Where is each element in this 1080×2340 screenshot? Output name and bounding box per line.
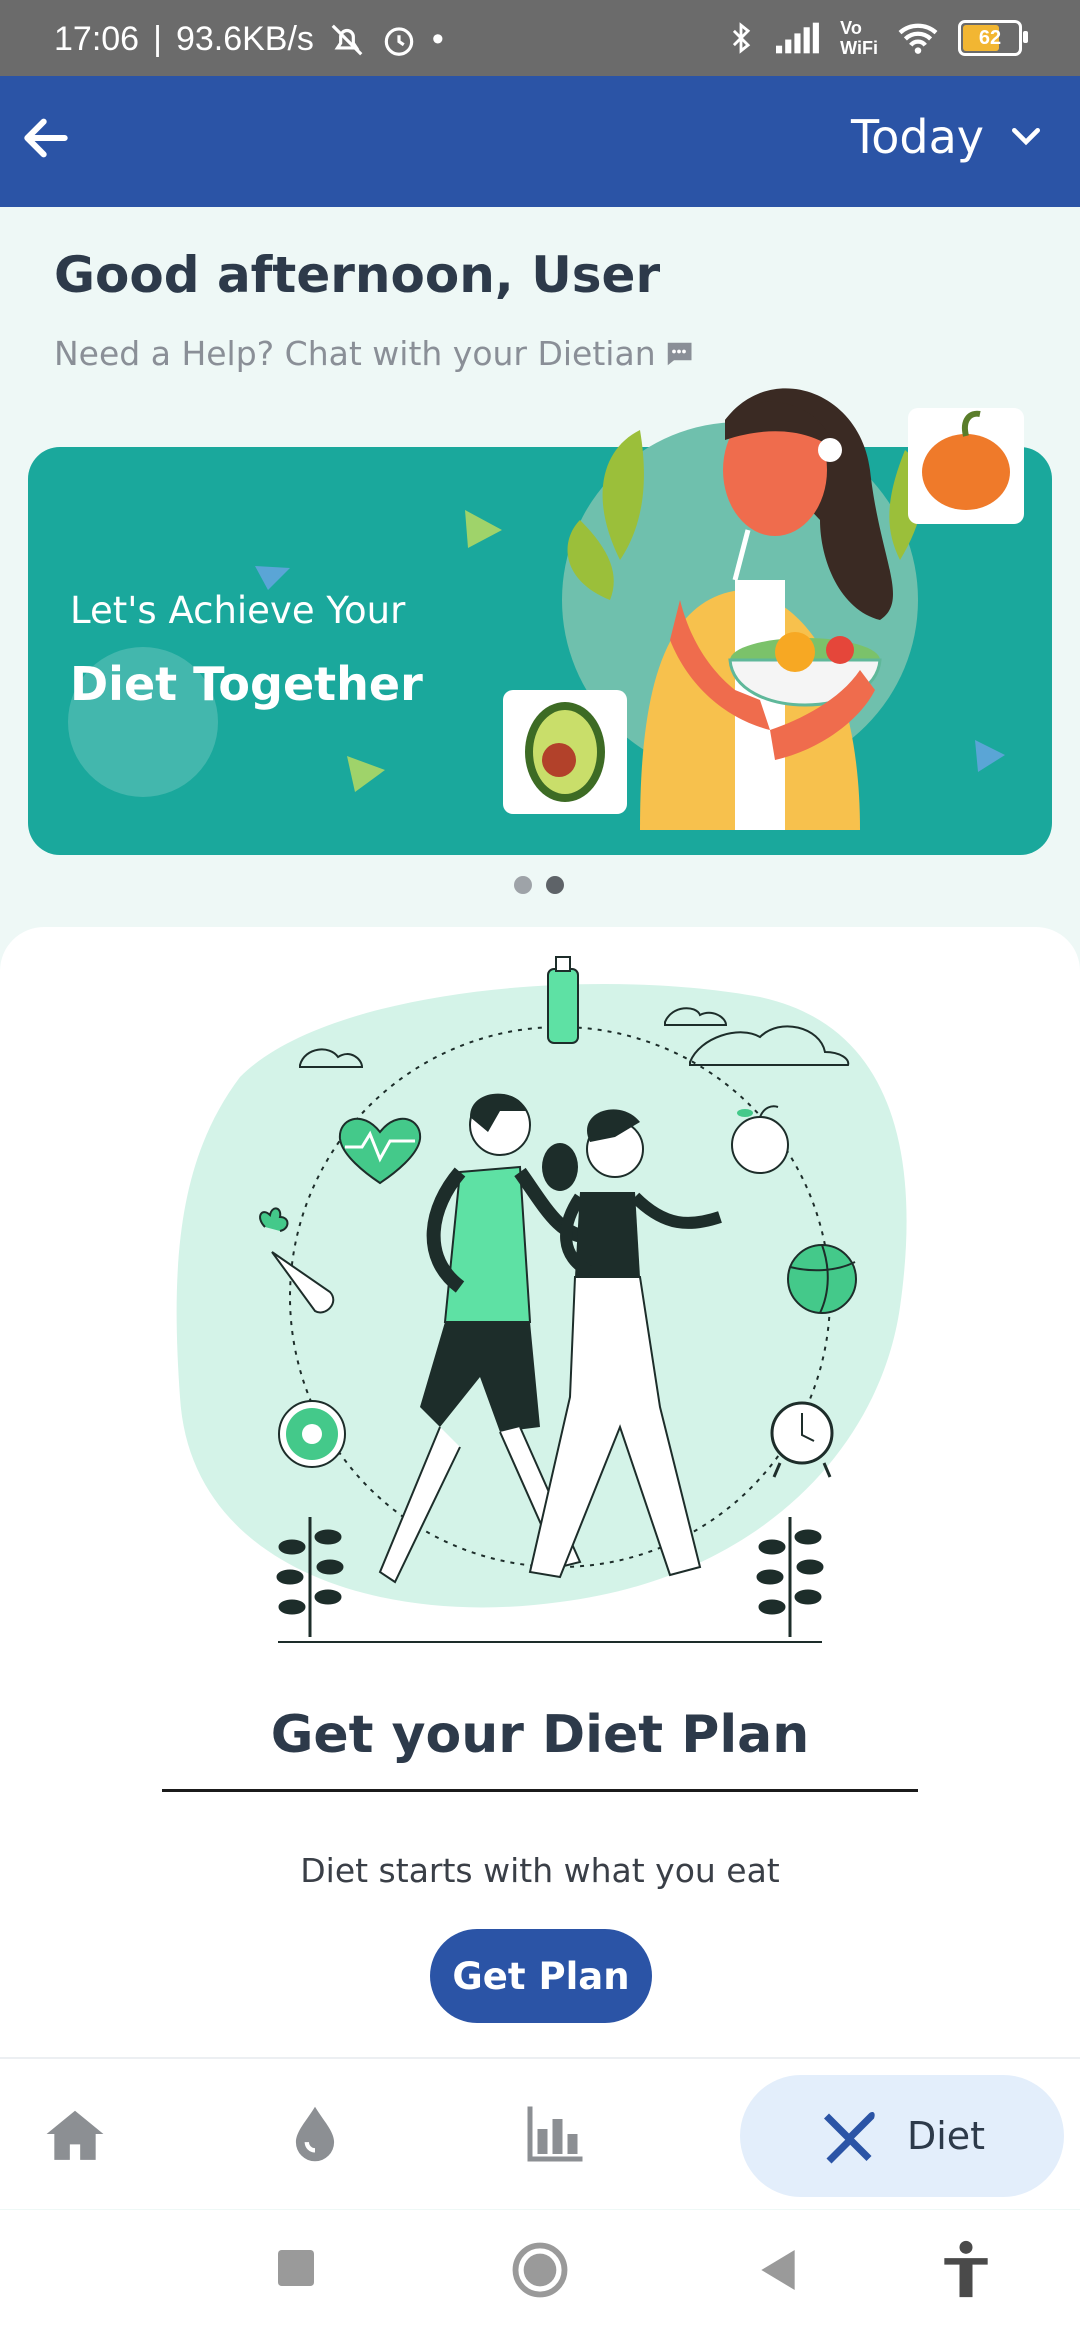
help-text: Need a Help? Chat with your Dietian: [54, 334, 656, 373]
circle-home-icon: [512, 2242, 568, 2298]
back-button[interactable]: [18, 110, 78, 170]
wifi-icon: [898, 23, 938, 54]
fork-knife-icon: [823, 2112, 875, 2164]
app-bar: Today: [0, 76, 1080, 207]
nav-diet-label: Diet: [906, 2114, 986, 2158]
notification-dot-icon: •: [431, 20, 444, 58]
plan-subtitle: Diet starts with what you eat: [300, 1851, 780, 1890]
date-range-label: Today: [850, 110, 984, 164]
greeting-title: Good afternoon, User: [54, 246, 661, 304]
accessibility-button[interactable]: [940, 2240, 992, 2302]
battery-icon: 62: [958, 20, 1028, 56]
banner-line2: Diet Together: [70, 657, 423, 711]
title-divider: [162, 1789, 918, 1792]
nav-home[interactable]: [30, 2059, 120, 2209]
triangle-back-icon: [761, 2250, 795, 2290]
status-time: 17:06: [54, 20, 140, 58]
chevron-down-icon: [1012, 128, 1040, 146]
status-speed: 93.6KB/s: [175, 20, 314, 58]
accessibility-icon: [944, 2240, 988, 2298]
home-system-button[interactable]: [512, 2242, 568, 2302]
system-navigation-bar: [0, 2210, 1080, 2340]
nav-water[interactable]: [270, 2059, 360, 2209]
carousel-dot-active[interactable]: [546, 876, 564, 894]
fitness-illustration: [176, 956, 907, 1643]
volte-wifi-badge: Vo WiFi: [840, 18, 878, 58]
back-system-button[interactable]: [760, 2250, 796, 2294]
carousel-indicator: [514, 876, 564, 894]
chat-dietitian-link[interactable]: Need a Help? Chat with your Dietian: [54, 334, 694, 373]
alarm-icon: [384, 26, 414, 56]
nav-stats[interactable]: [510, 2059, 600, 2209]
recents-button[interactable]: [278, 2250, 314, 2290]
nav-diet[interactable]: Diet: [740, 2075, 1064, 2197]
chat-icon: [666, 342, 692, 365]
carousel-dot[interactable]: [514, 876, 532, 894]
square-icon: [278, 2250, 314, 2286]
signal-icon: [776, 22, 820, 54]
status-bar: 17:06 | 93.6KB/s • Vo WiFi 62: [0, 0, 1080, 76]
banner-line1: Let's Achieve Your: [70, 589, 406, 632]
mute-notification-icon: [331, 24, 363, 55]
bar-chart-icon: [527, 2106, 583, 2162]
get-plan-button[interactable]: Get Plan: [430, 1929, 652, 2023]
plan-title: Get your Diet Plan: [270, 1705, 810, 1765]
home-icon: [46, 2110, 104, 2160]
bluetooth-icon: [733, 22, 751, 54]
bottom-navigation: Diet: [0, 2057, 1080, 2209]
water-drop-icon: [295, 2106, 335, 2162]
arrow-left-icon: [24, 118, 68, 158]
diet-plan-card: Get your Diet Plan Diet starts with what…: [0, 927, 1080, 2057]
promo-banner[interactable]: Let's Achieve Your Diet Together: [28, 447, 1052, 855]
date-range-dropdown[interactable]: Today: [851, 110, 1046, 164]
